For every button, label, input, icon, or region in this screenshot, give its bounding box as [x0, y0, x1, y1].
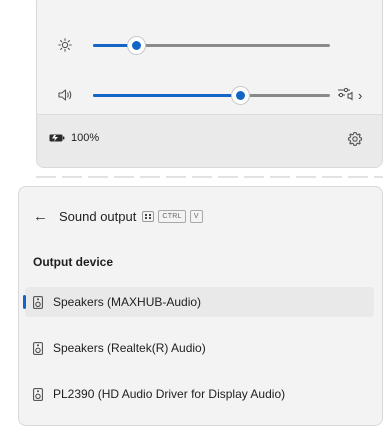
device-item-realtek[interactable]: Speakers (Realtek(R) Audio)	[19, 333, 382, 363]
shortcut-key-ctrl: CTRL	[158, 209, 186, 223]
brightness-row	[37, 33, 382, 57]
speaker-device-icon	[33, 341, 43, 355]
volume-slider-thumb[interactable]	[231, 87, 249, 104]
battery-status[interactable]: 100%	[49, 132, 99, 144]
device-label: PL2390 (HD Audio Driver for Display Audi…	[53, 387, 286, 401]
selected-indicator	[23, 295, 26, 309]
battery-percent: 100%	[71, 132, 100, 144]
chevron-right-icon: ›	[358, 87, 363, 103]
shortcut-key-v: V	[189, 209, 203, 223]
output-device-heading: Output device	[33, 255, 114, 269]
quick-settings-footer: 100%	[37, 114, 382, 167]
gear-icon[interactable]	[347, 131, 363, 147]
speaker-icon[interactable]	[55, 85, 75, 105]
speaker-device-icon	[33, 295, 43, 309]
sound-output-header: ← Sound output CTRL V	[33, 205, 203, 227]
device-label: Speakers (Realtek(R) Audio)	[53, 341, 206, 355]
audio-mixer-icon	[337, 87, 355, 104]
volume-slider-fill	[93, 94, 240, 97]
page-title: Sound output	[59, 208, 137, 224]
audio-output-selector-button[interactable]: ›	[337, 85, 379, 105]
speaker-device-icon	[33, 387, 43, 401]
divider	[36, 176, 383, 178]
volume-row: ›	[37, 83, 382, 107]
quick-settings-panel: › 100%	[36, 0, 383, 168]
sound-output-panel: ← Sound output CTRL V Output device Spea…	[18, 186, 383, 426]
battery-icon	[49, 134, 65, 142]
windows-key-icon	[142, 210, 155, 222]
device-item-pl2390[interactable]: PL2390 (HD Audio Driver for Display Audi…	[19, 379, 382, 409]
volume-slider[interactable]	[93, 87, 330, 104]
sun-icon	[55, 35, 75, 55]
brightness-slider[interactable]	[93, 37, 330, 54]
device-item-maxhub[interactable]: Speakers (MAXHUB-Audio)	[23, 287, 374, 317]
back-arrow-icon[interactable]: ←	[33, 208, 59, 225]
device-label: Speakers (MAXHUB-Audio)	[53, 295, 202, 309]
brightness-slider-thumb[interactable]	[127, 37, 145, 54]
